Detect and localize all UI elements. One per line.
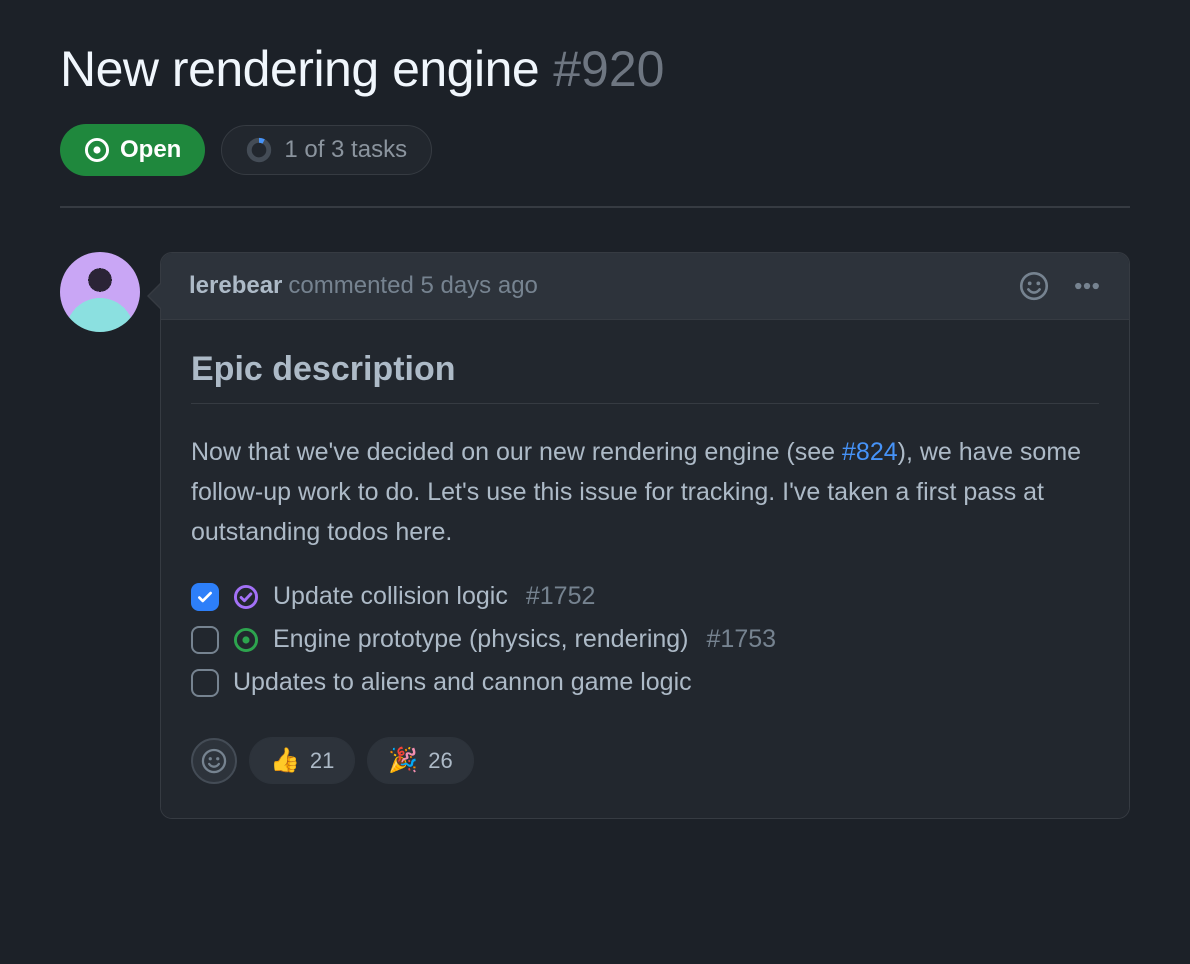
section-divider (60, 206, 1130, 208)
comment-heading: Epic description (191, 350, 1099, 404)
tasks-summary: 1 of 3 tasks (284, 136, 407, 164)
comment-header: lerebear commented 5 days ago (161, 253, 1129, 320)
reaction-count: 21 (310, 748, 334, 774)
comment-body: Epic description Now that we've decided … (161, 320, 1129, 818)
task-ref[interactable]: #1753 (707, 625, 777, 654)
issue-meta-row: Open 1 of 3 tasks (60, 124, 1130, 176)
comment-author[interactable]: lerebear (189, 272, 282, 300)
tada-icon: 🎉 (388, 746, 418, 775)
task-ref[interactable]: #1752 (526, 582, 596, 611)
task-row: Update collision logic #1752 (191, 582, 1099, 611)
task-checkbox[interactable] (191, 669, 219, 697)
task-checkbox[interactable] (191, 583, 219, 611)
bubble-arrow (147, 282, 161, 310)
reaction-thumbs-up[interactable]: 👍 21 (249, 737, 355, 784)
status-label: Open (120, 136, 181, 164)
tasks-progress-chip[interactable]: 1 of 3 tasks (221, 125, 432, 175)
reaction-count: 26 (428, 748, 452, 774)
task-label[interactable]: Update collision logic (273, 582, 508, 611)
issue-link-824[interactable]: #824 (842, 438, 898, 466)
issue-number: #920 (553, 40, 664, 98)
thumbs-up-icon: 👍 (270, 746, 300, 775)
task-list: Update collision logic #1752 Engine prot… (191, 582, 1099, 697)
add-reaction-button[interactable] (191, 738, 237, 784)
task-row: Updates to aliens and cannon game logic (191, 668, 1099, 697)
tasks-progress-icon (246, 137, 272, 163)
issue-open-icon (233, 627, 259, 653)
issue-title: New rendering engine (60, 40, 539, 98)
kebab-icon[interactable] (1073, 272, 1101, 300)
task-label: Updates to aliens and cannon game logic (233, 668, 692, 697)
issue-closed-icon (233, 584, 259, 610)
avatar[interactable] (60, 252, 140, 332)
smiley-icon[interactable] (1019, 271, 1049, 301)
smiley-icon (201, 748, 227, 774)
issue-open-icon (84, 137, 110, 163)
reactions-bar: 👍 21 🎉 26 (191, 737, 1099, 784)
comment-timestamp: commented 5 days ago (288, 272, 537, 300)
comment-thread: lerebear commented 5 days ago Epic descr… (60, 252, 1130, 819)
status-pill-open: Open (60, 124, 205, 176)
comment-bubble: lerebear commented 5 days ago Epic descr… (160, 252, 1130, 819)
comment-text: Now that we've decided on our new render… (191, 432, 1099, 552)
task-row: Engine prototype (physics, rendering) #1… (191, 625, 1099, 654)
check-icon (196, 588, 214, 606)
task-checkbox[interactable] (191, 626, 219, 654)
reaction-tada[interactable]: 🎉 26 (367, 737, 473, 784)
task-label[interactable]: Engine prototype (physics, rendering) (273, 625, 689, 654)
issue-title-row: New rendering engine #920 (60, 40, 1130, 98)
